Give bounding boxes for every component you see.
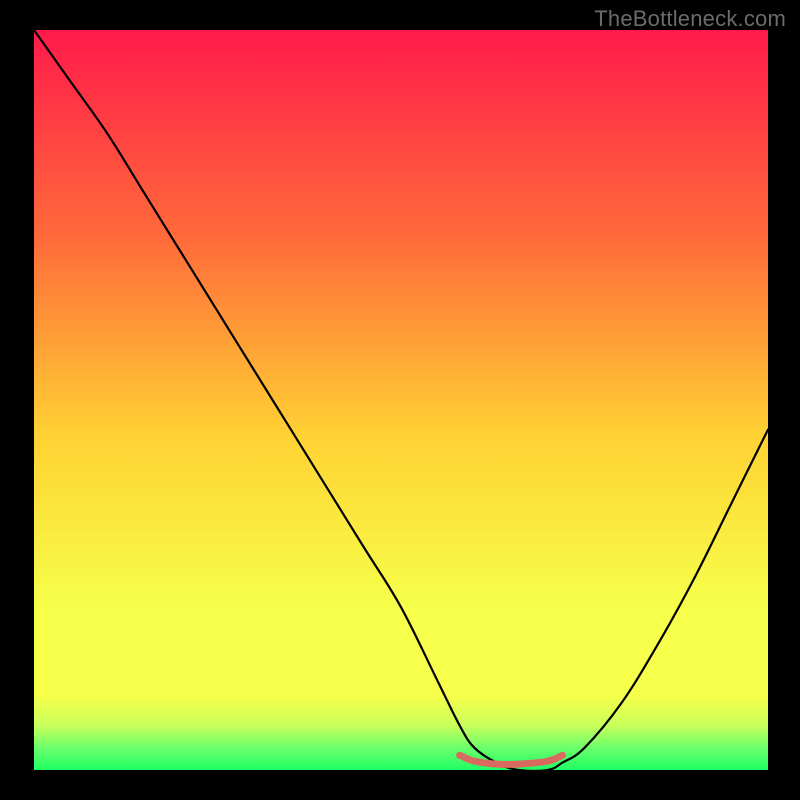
watermark-text: TheBottleneck.com	[594, 6, 786, 32]
bottleneck-chart	[0, 0, 800, 800]
plot-background	[34, 30, 768, 770]
chart-frame: TheBottleneck.com	[0, 0, 800, 800]
